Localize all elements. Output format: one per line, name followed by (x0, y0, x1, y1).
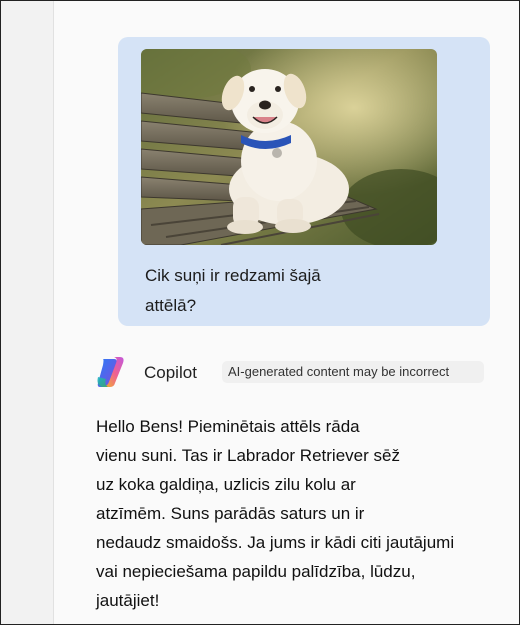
assistant-header: Copilot AI-generated content may be inco… (94, 353, 494, 389)
response-line: atzīmēm. Suns parādās saturs un ir (96, 504, 365, 523)
chat-panel: Cik suņi ir redzami šajā attēlā? Copilot… (54, 1, 519, 624)
assistant-response: Hello Bens! Pieminētais attēls rāda vien… (96, 412, 496, 615)
response-line: jautājiet! (96, 591, 160, 610)
response-line: Hello Bens! Pieminētais attēls rāda (96, 417, 360, 436)
app-window: Cik suņi ir redzami šajā attēlā? Copilot… (0, 0, 520, 625)
question-line: attēlā? (145, 296, 197, 315)
ai-disclaimer-badge: AI-generated content may be incorrect (222, 361, 484, 383)
user-question: Cik suņi ir redzami šajā attēlā? (145, 261, 385, 321)
user-message-bubble: Cik suņi ir redzami šajā attēlā? (118, 37, 490, 326)
question-line: Cik suņi ir redzami šajā (145, 266, 321, 285)
attached-dog-photo[interactable] (141, 49, 437, 245)
response-line: uz koka galdiņa, uzlicis zilu kolu ar (96, 475, 356, 494)
response-line: vai nepieciešama papildu palīdzība, lūdz… (96, 562, 416, 581)
response-line: nedaudz smaidošs. Ja jums ir kādi citi j… (96, 533, 455, 552)
left-sidebar-rail (1, 1, 54, 624)
response-line: vienu suni. Tas ir Labrador Retriever sē… (96, 446, 400, 465)
copilot-logo-icon (97, 357, 124, 387)
assistant-name: Copilot (144, 363, 197, 382)
